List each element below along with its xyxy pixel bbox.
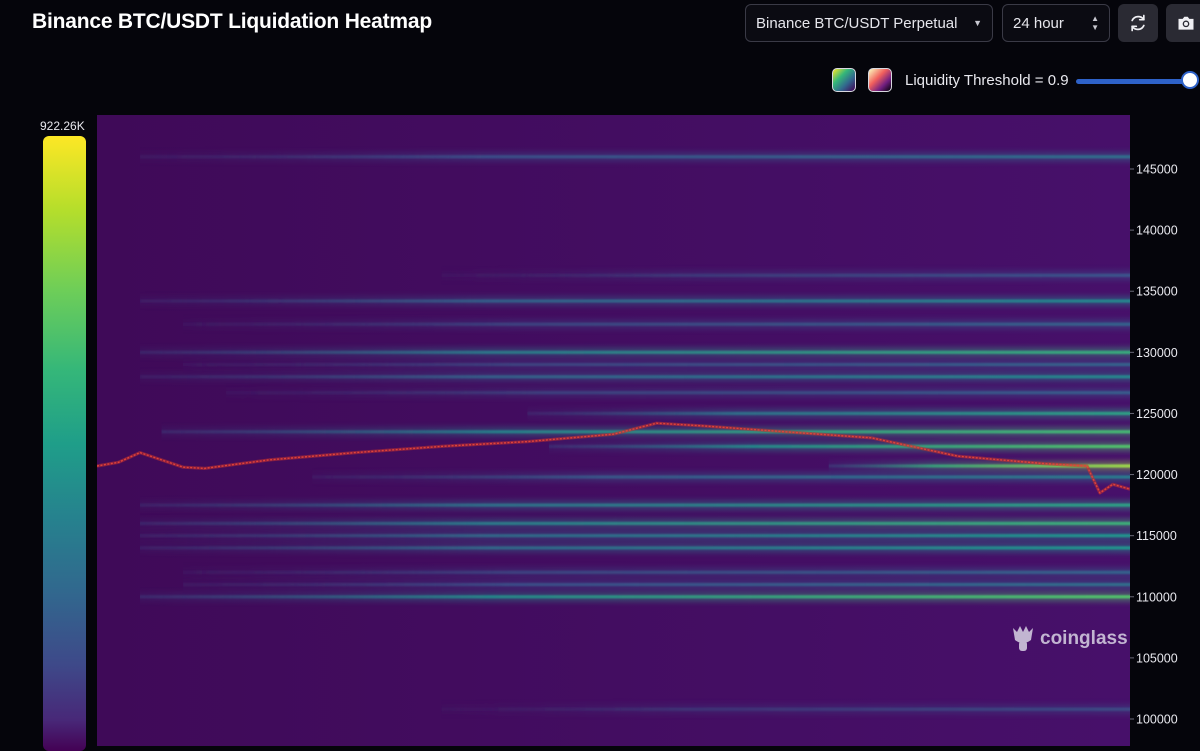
y-tick-label: 135000	[1136, 285, 1178, 299]
liquidation-band	[140, 546, 1130, 550]
y-tick-label: 105000	[1136, 651, 1178, 665]
liquidation-band	[140, 350, 1130, 354]
liquidation-band	[226, 391, 1130, 395]
liquidation-band	[140, 503, 1130, 507]
y-tick-label: 115000	[1136, 529, 1177, 543]
liquidation-band	[183, 582, 1130, 587]
liquidation-band	[140, 155, 1130, 159]
liquidation-band	[183, 570, 1130, 574]
liquidation-band	[140, 375, 1130, 379]
liquidation-heatmap: coinglass 145000 140000 135000 130000 125000…	[97, 115, 1178, 746]
liquidation-band	[183, 362, 1130, 367]
y-tick-label: 140000	[1136, 224, 1178, 238]
liquidation-band	[140, 299, 1130, 303]
watermark-text: coinglass	[1040, 628, 1128, 649]
y-axis: 145000 140000 135000 130000 125000 120000 1150…	[1130, 163, 1178, 727]
y-tick-label: 125000	[1136, 407, 1178, 421]
y-tick-label: 100000	[1136, 713, 1178, 727]
liquidation-band	[140, 595, 1130, 599]
liquidation-band	[312, 475, 1130, 479]
liquidation-band	[161, 430, 1130, 434]
liquidation-band	[140, 534, 1130, 538]
y-tick-label: 130000	[1136, 346, 1178, 360]
y-tick-label: 145000	[1136, 163, 1178, 177]
liquidation-band	[441, 273, 1130, 277]
liquidation-band	[183, 322, 1130, 326]
liquidation-band	[527, 411, 1130, 416]
liquidation-band	[441, 707, 1130, 711]
y-tick-label: 110000	[1136, 590, 1177, 604]
liquidation-band	[548, 444, 1130, 449]
liquidation-band	[140, 521, 1130, 526]
y-tick-label: 120000	[1136, 468, 1178, 482]
